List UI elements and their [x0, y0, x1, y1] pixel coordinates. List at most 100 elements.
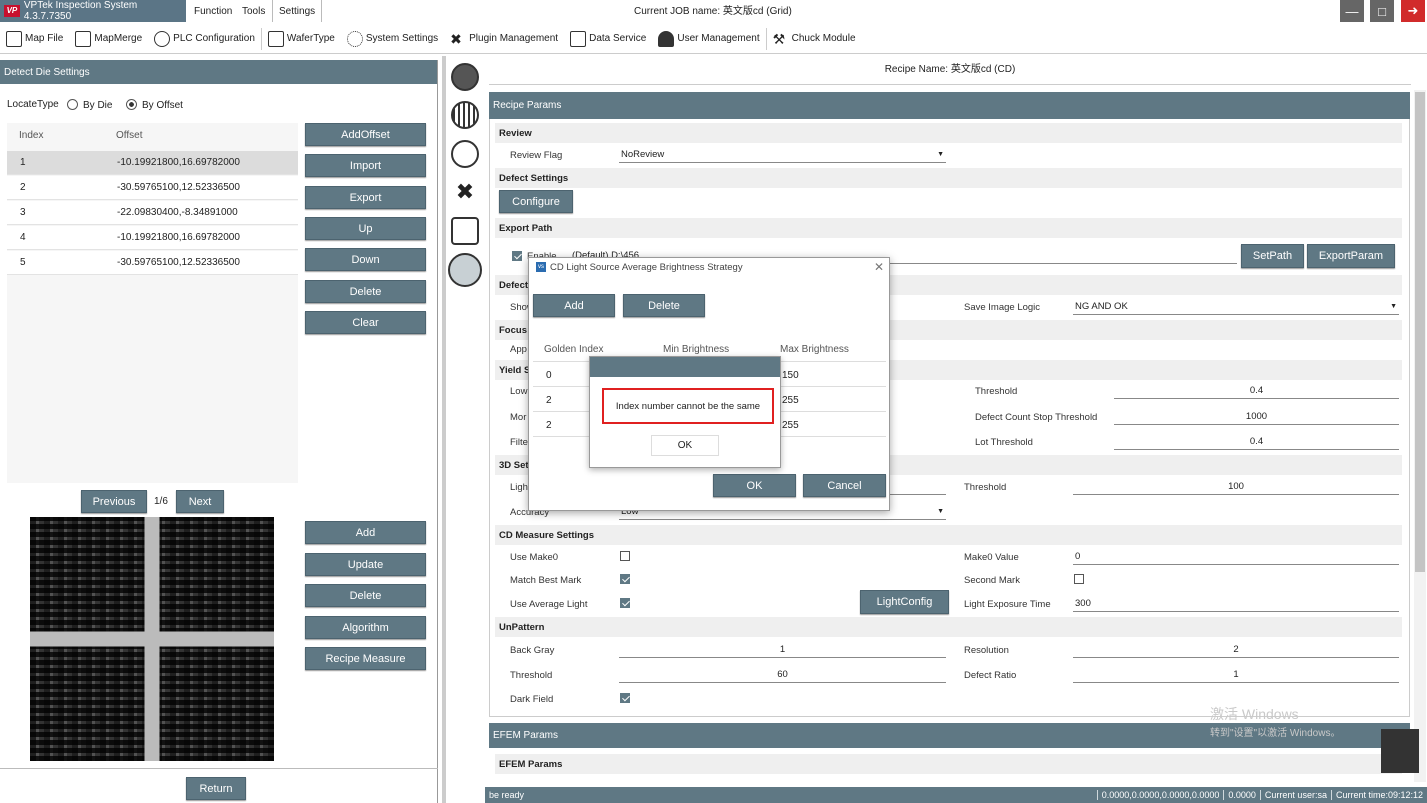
defect-settings-section: Defect Settings [495, 168, 1402, 188]
user-icon [658, 30, 675, 47]
use-average-light-checkbox[interactable] [620, 598, 630, 608]
exit-icon[interactable]: ➜ [1401, 0, 1425, 22]
map-file-button[interactable]: Map File [0, 26, 69, 52]
defect-ratio-field[interactable]: 1 [1073, 667, 1399, 683]
threshold-3d-label: Threshold [964, 482, 1007, 493]
chevron-down-icon: ▼ [937, 508, 944, 515]
light-exposure-field[interactable]: 300 [1073, 596, 1399, 612]
mapmerge-button[interactable]: MapMerge [69, 26, 148, 52]
export-button[interactable]: Export [305, 186, 426, 209]
use-make0-checkbox[interactable] [620, 551, 630, 561]
review-flag-select[interactable]: NoReview ▼ [619, 147, 946, 163]
previous-button[interactable]: Previous [81, 490, 147, 513]
user-management-label: User Management [677, 33, 760, 44]
second-mark-checkbox[interactable] [1074, 574, 1084, 584]
delete-offset-button[interactable]: Delete [305, 280, 426, 303]
lot-threshold-label: Lot Threshold [975, 437, 1033, 448]
menu-function[interactable]: Function [188, 0, 238, 22]
golden-index-cell: 0 [546, 370, 552, 381]
status-bar: be ready 0.0000,0.0000,0.0000,0.0000 0.0… [485, 787, 1427, 803]
threshold-field[interactable]: 0.4 [1114, 383, 1399, 399]
dark-field-checkbox[interactable] [620, 693, 630, 703]
configure-button[interactable]: Configure [499, 190, 573, 213]
table-row[interactable]: 2 -30.59765100,12.52336500 [7, 176, 298, 200]
next-button[interactable]: Next [176, 490, 224, 513]
down-button[interactable]: Down [305, 248, 426, 271]
return-button[interactable]: Return [186, 777, 246, 800]
addoffset-button[interactable]: AddOffset [305, 123, 426, 146]
image-icon[interactable] [451, 217, 479, 245]
status-time: Current time:09:12:12 [1330, 790, 1427, 800]
up-button[interactable]: Up [305, 217, 426, 240]
dark-field-label: Dark Field [510, 694, 554, 705]
defect-count-stop-field[interactable]: 1000 [1114, 409, 1399, 425]
recipe-measure-button[interactable]: Recipe Measure [305, 647, 426, 670]
checklist-icon[interactable] [448, 253, 482, 287]
back-gray-field[interactable]: 1 [619, 642, 946, 658]
maximize-icon[interactable]: □ [1370, 0, 1394, 22]
plc-configuration-button[interactable]: PLC Configuration [148, 26, 261, 52]
job-title: Current JOB name: 英文版cd (Grid) [634, 6, 792, 17]
col-max-brightness: Max Brightness [780, 344, 849, 355]
update-button[interactable]: Update [305, 553, 426, 576]
light-field[interactable] [890, 479, 946, 495]
wafertype-icon [267, 30, 284, 47]
row-index: 2 [20, 182, 26, 193]
resolution-field[interactable]: 2 [1073, 642, 1399, 658]
radio-by-offset[interactable] [126, 99, 137, 110]
splitter[interactable] [442, 56, 446, 803]
dialog-cancel-button[interactable]: Cancel [803, 474, 886, 497]
plugin-management-button[interactable]: ✖ Plugin Management [444, 26, 564, 52]
delete-button[interactable]: Delete [305, 584, 426, 607]
add-button[interactable]: Add [305, 521, 426, 544]
match-best-mark-checkbox[interactable] [620, 574, 630, 584]
alert-ok-button[interactable]: OK [651, 435, 719, 456]
wafer-grid-icon[interactable] [451, 140, 479, 168]
unpattern-threshold-field[interactable]: 60 [619, 667, 946, 683]
import-button[interactable]: Import [305, 154, 426, 177]
cd-measure-section: CD Measure Settings [495, 525, 1402, 545]
make0-value-field[interactable]: 0 [1073, 549, 1399, 565]
wafer-map-icon[interactable] [451, 101, 479, 129]
light-label: Ligh [510, 482, 528, 493]
table-row[interactable]: 5 -30.59765100,12.52336500 [7, 251, 298, 275]
table-row[interactable]: 1 -10.19921800,16.69782000 [7, 151, 298, 175]
menu-tools[interactable]: Tools [236, 0, 271, 22]
chuck-module-button[interactable]: ⚒ Chuck Module [767, 26, 862, 52]
close-icon[interactable]: ✕ [874, 260, 884, 274]
make0-value-label: Make0 Value [964, 552, 1019, 563]
lot-threshold-field[interactable]: 0.4 [1114, 434, 1399, 450]
system-settings-button[interactable]: System Settings [341, 26, 444, 52]
table-row[interactable]: 4 -10.19921800,16.69782000 [7, 226, 298, 250]
table-row[interactable]: 3 -22.09830400,-8.34891000 [7, 201, 298, 225]
tools-icon[interactable]: ✖ [451, 178, 479, 206]
radio-by-die[interactable] [67, 99, 78, 110]
threshold-3d-field[interactable]: 100 [1073, 479, 1399, 495]
wafertype-button[interactable]: WaferType [262, 26, 341, 52]
dialog-delete-button[interactable]: Delete [623, 294, 705, 317]
floating-widget[interactable] [1381, 729, 1419, 773]
review-flag-label: Review Flag [510, 150, 563, 161]
hammer-icon: ⚒ [772, 30, 786, 47]
dialog-ok-button[interactable]: OK [713, 474, 796, 497]
radio-by-offset-label: By Offset [142, 100, 183, 111]
scrollbar-thumb[interactable] [1415, 92, 1425, 572]
camera-icon[interactable] [451, 63, 479, 91]
user-management-button[interactable]: User Management [652, 26, 765, 52]
threshold-label: Threshold [975, 386, 1018, 397]
max-brightness-cell: 255 [782, 420, 799, 431]
save-image-logic-select[interactable]: NG AND OK ▼ [1073, 299, 1399, 315]
lightconfig-button[interactable]: LightConfig [860, 590, 949, 614]
enable-checkbox[interactable] [512, 251, 522, 261]
minimize-icon[interactable]: — [1340, 0, 1364, 22]
menu-settings[interactable]: Settings [272, 0, 323, 22]
second-mark-label: Second Mark [964, 575, 1020, 586]
exportparam-button[interactable]: ExportParam [1307, 244, 1395, 268]
setpath-button[interactable]: SetPath [1241, 244, 1304, 268]
clear-button[interactable]: Clear [305, 311, 426, 334]
data-service-button[interactable]: Data Service [564, 26, 652, 52]
algorithm-button[interactable]: Algorithm [305, 616, 426, 639]
col-offset: Offset [116, 130, 143, 141]
toolbar: Map File MapMerge PLC Configuration Wafe… [0, 24, 1427, 54]
dialog-add-button[interactable]: Add [533, 294, 615, 317]
